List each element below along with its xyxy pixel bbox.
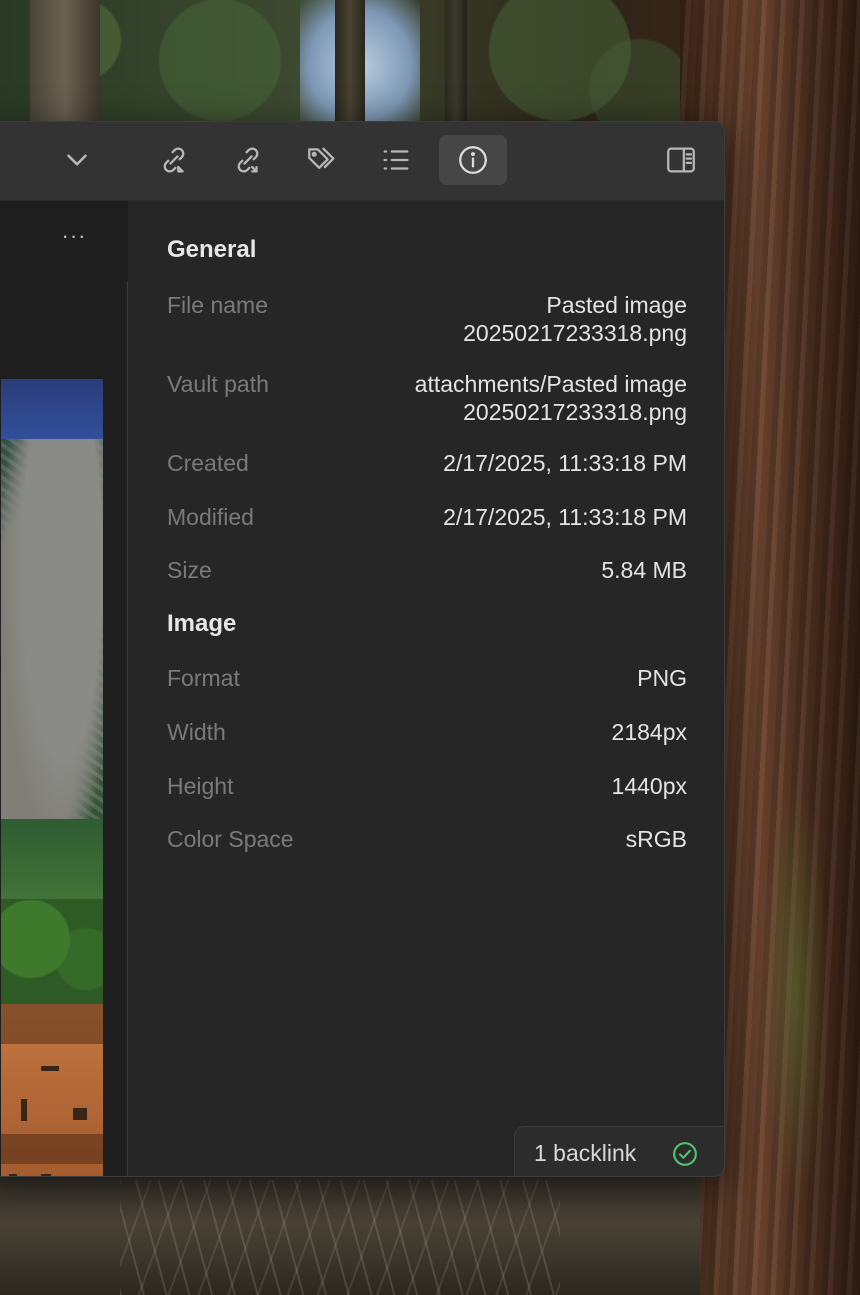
adobe-window — [21, 1099, 27, 1121]
wallpaper-tree-trunk — [335, 0, 365, 125]
outgoing-links-icon — [237, 147, 259, 173]
tags-button[interactable] — [288, 135, 356, 185]
adobe-window — [41, 1066, 59, 1071]
backlinks-count: 1 backlink — [534, 1139, 637, 1166]
image-trees — [1, 899, 103, 1009]
adobe-door — [9, 1174, 17, 1176]
toggle-sidebar-button[interactable] — [647, 135, 715, 185]
outgoing-links-button[interactable] — [214, 135, 282, 185]
info-icon — [459, 146, 487, 174]
adobe-door — [41, 1174, 51, 1176]
tab-list-button[interactable] — [43, 135, 111, 185]
editor-header: ··· — [0, 201, 128, 281]
wallpaper-moss — [760, 780, 830, 1200]
backlinks-button[interactable] — [140, 135, 208, 185]
file-name-label: File name — [167, 292, 268, 318]
adobe-shadow — [1, 1134, 103, 1164]
wallpaper-tree-trunk — [445, 0, 467, 125]
color-space-value: sRGB — [625, 826, 687, 852]
outline-button[interactable] — [362, 135, 430, 185]
modified-value: 2/17/2025, 11:33:18 PM — [443, 504, 687, 530]
backlinks-status[interactable]: 1 backlink — [514, 1126, 724, 1176]
width-label: Width — [167, 719, 226, 745]
adobe-window — [73, 1108, 87, 1120]
vault-path-label: Vault path — [167, 371, 269, 397]
chevron-down-icon — [67, 154, 87, 166]
more-options-button[interactable]: ··· — [59, 221, 89, 251]
size-label: Size — [167, 557, 212, 583]
width-value: 2184px — [611, 719, 687, 745]
format-label: Format — [167, 665, 240, 691]
titlebar — [0, 122, 724, 201]
file-info-button[interactable] — [439, 135, 507, 185]
backlinks-icon — [163, 147, 185, 173]
image-mountain — [1, 439, 103, 859]
size-value: 5.84 MB — [601, 557, 687, 583]
check-circle-icon — [673, 1142, 697, 1166]
outline-icon — [383, 150, 409, 170]
created-value: 2/17/2025, 11:33:18 PM — [443, 450, 687, 476]
color-space-label: Color Space — [167, 826, 294, 852]
created-label: Created — [167, 450, 249, 476]
file-name-value: Pasted image 20250217233318.png — [463, 292, 687, 346]
vault-path-value: attachments/Pasted image 20250217233318.… — [414, 371, 687, 425]
general-section-title: General — [167, 236, 257, 263]
image-adobe-building — [1, 1004, 103, 1176]
wallpaper-tree-trunk — [30, 0, 100, 130]
height-label: Height — [167, 773, 234, 799]
modified-label: Modified — [167, 504, 254, 530]
format-value: PNG — [637, 665, 687, 691]
file-info-pane: General File name Pasted image 202502172… — [128, 201, 724, 1176]
image-section-title: Image — [167, 610, 237, 637]
height-value: 1440px — [611, 773, 687, 799]
app-window: ··· General File name Pasted image 20250… — [0, 121, 725, 1177]
sidebar-toggle-icon — [667, 147, 695, 173]
image-preview[interactable] — [1, 379, 103, 1176]
editor-pane: ··· — [0, 201, 128, 1176]
tags-icon — [308, 147, 335, 169]
adobe-roofline — [1, 1004, 103, 1044]
wallpaper-branches — [120, 1180, 560, 1295]
